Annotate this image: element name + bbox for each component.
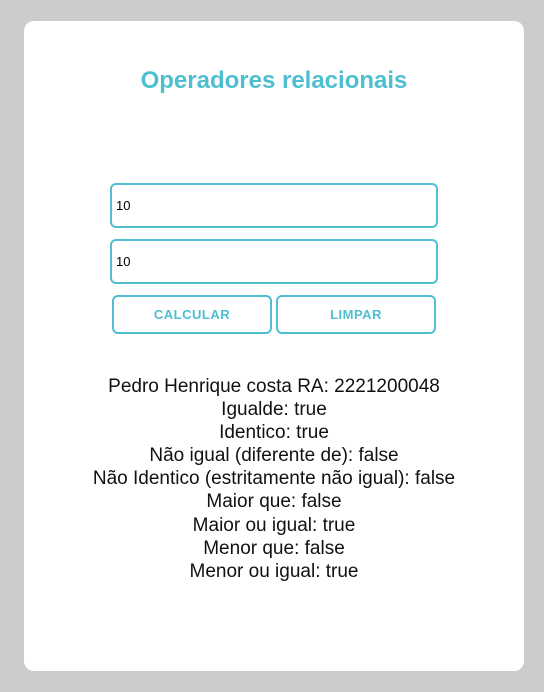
- first-value-input[interactable]: [110, 183, 438, 228]
- result-not-identical: Não Identico (estritamente não igual): f…: [92, 468, 456, 490]
- result-less: Menor que: false: [203, 537, 345, 559]
- result-equal: Igualde: true: [221, 399, 327, 421]
- result-greater-equal: Maior ou igual: true: [192, 514, 356, 536]
- main-card: Operadores relacionais CALCULAR LIMPAR P…: [24, 21, 524, 671]
- result-greater: Maior que: false: [206, 491, 342, 513]
- result-identical: Identico: true: [219, 422, 329, 444]
- clear-button[interactable]: LIMPAR: [276, 295, 436, 334]
- author-info: Pedro Henrique costa RA: 2221200048: [108, 376, 440, 397]
- result-not-equal: Não igual (diferente de): false: [149, 445, 399, 467]
- calculate-button[interactable]: CALCULAR: [112, 295, 272, 334]
- second-value-input[interactable]: [110, 239, 438, 284]
- results-panel: Pedro Henrique costa RA: 2221200048 Igua…: [24, 375, 524, 583]
- result-less-equal: Menor ou igual: true: [189, 560, 359, 582]
- page-title: Operadores relacionais: [140, 67, 408, 94]
